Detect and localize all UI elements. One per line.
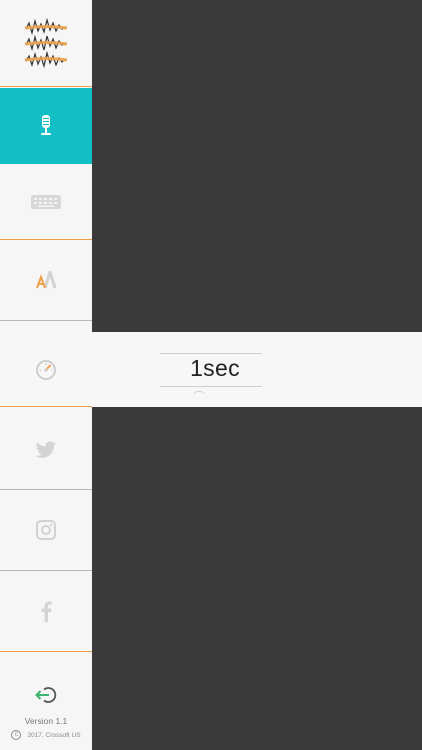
instagram-icon — [36, 520, 56, 540]
sidebar-item-facebook[interactable] — [0, 571, 92, 651]
keyboard-icon — [31, 195, 61, 209]
speedometer-icon — [36, 359, 56, 380]
sidebar-item-speed[interactable] — [0, 332, 92, 407]
font-letter-a-icon — [36, 271, 56, 289]
copyright-icon: C — [11, 730, 22, 740]
picker-next-option[interactable] — [193, 391, 205, 398]
copyright: C 2017, Crossoft US — [0, 730, 92, 740]
logout-icon — [35, 687, 57, 703]
microphone-icon — [41, 115, 51, 135]
version-label: Version 1.1 — [24, 716, 68, 726]
logout-button[interactable] — [0, 682, 92, 708]
divider — [0, 406, 92, 407]
sidebar-item-instagram[interactable] — [0, 490, 92, 570]
twitter-icon — [35, 441, 56, 458]
copyright-text: 2017, Crossoft US — [27, 731, 81, 739]
sidebar-item-font[interactable] — [0, 240, 92, 320]
divider — [0, 651, 92, 652]
audio-waveform-logo — [24, 17, 68, 69]
picker-selection-top-line — [160, 353, 262, 354]
app-logo — [0, 0, 92, 86]
sidebar-item-keyboard[interactable] — [0, 166, 92, 238]
sidebar-item-twitter[interactable] — [0, 411, 92, 489]
picker-selection-bottom-line — [160, 386, 262, 387]
divider — [0, 86, 92, 87]
facebook-icon — [41, 601, 52, 622]
sidebar-item-voice[interactable] — [0, 88, 92, 164]
divider — [0, 320, 92, 321]
picker-selected-value[interactable]: 1sec — [160, 355, 270, 382]
